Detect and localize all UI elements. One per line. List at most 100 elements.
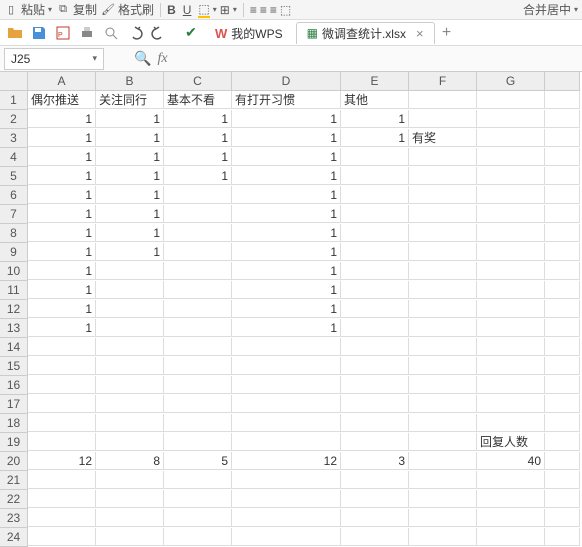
cell[interactable]: 1 <box>164 148 232 166</box>
cell[interactable] <box>545 490 580 508</box>
cell[interactable]: 1 <box>232 110 341 128</box>
cell[interactable]: 1 <box>232 224 341 242</box>
cell[interactable]: 1 <box>96 167 164 185</box>
cell[interactable] <box>545 110 580 128</box>
cell[interactable] <box>341 509 409 527</box>
cell[interactable] <box>164 357 232 375</box>
export-pdf-button[interactable]: P <box>52 22 74 44</box>
cell[interactable] <box>545 224 580 242</box>
cell[interactable] <box>545 357 580 375</box>
cell[interactable] <box>545 186 580 204</box>
cell[interactable]: 1 <box>232 205 341 223</box>
cell[interactable] <box>341 262 409 280</box>
cell[interactable] <box>409 243 477 261</box>
cell[interactable] <box>545 129 580 147</box>
cell[interactable]: 1 <box>28 148 96 166</box>
row-header[interactable]: 5 <box>0 167 28 186</box>
cell[interactable]: 1 <box>28 300 96 318</box>
cell[interactable]: 1 <box>232 300 341 318</box>
close-icon[interactable]: × <box>416 26 424 41</box>
cell[interactable] <box>232 395 341 413</box>
column-header[interactable]: G <box>477 72 545 91</box>
chevron-down-icon[interactable]: ▾ <box>92 53 97 64</box>
cell[interactable] <box>477 148 545 166</box>
cell[interactable]: 1 <box>232 167 341 185</box>
cell[interactable] <box>341 528 409 546</box>
cell[interactable] <box>409 395 477 413</box>
cell[interactable] <box>341 300 409 318</box>
cell[interactable] <box>28 376 96 394</box>
tab-wps-home[interactable]: W 我的WPS <box>204 22 294 44</box>
cell[interactable] <box>341 414 409 432</box>
cell[interactable] <box>545 433 580 451</box>
cell[interactable] <box>409 167 477 185</box>
cell[interactable] <box>341 490 409 508</box>
cell[interactable] <box>96 509 164 527</box>
cell[interactable] <box>341 205 409 223</box>
cell[interactable] <box>477 490 545 508</box>
cell[interactable] <box>477 509 545 527</box>
cell[interactable] <box>341 357 409 375</box>
row-header[interactable]: 18 <box>0 414 28 433</box>
cell[interactable]: 1 <box>28 262 96 280</box>
align-right-button[interactable]: ≡ <box>270 3 277 17</box>
cell[interactable]: 1 <box>232 262 341 280</box>
cell[interactable] <box>409 452 477 470</box>
row-header[interactable]: 13 <box>0 319 28 338</box>
column-header[interactable] <box>545 72 580 91</box>
cell[interactable] <box>477 262 545 280</box>
row-header[interactable]: 8 <box>0 224 28 243</box>
chevron-down-icon[interactable]: ▾ <box>574 5 578 14</box>
cell[interactable] <box>164 186 232 204</box>
cell[interactable] <box>341 338 409 356</box>
cell[interactable]: 有奖 <box>409 129 477 147</box>
cell[interactable] <box>164 509 232 527</box>
cell[interactable] <box>96 357 164 375</box>
chevron-down-icon[interactable]: ▾ <box>48 5 52 14</box>
zoom-icon[interactable]: 🔍 <box>134 50 151 67</box>
row-header[interactable]: 21 <box>0 471 28 490</box>
cell[interactable] <box>545 281 580 299</box>
cell[interactable] <box>409 300 477 318</box>
row-header[interactable]: 15 <box>0 357 28 376</box>
cell[interactable] <box>477 281 545 299</box>
cell[interactable] <box>28 528 96 546</box>
cell[interactable] <box>96 490 164 508</box>
cell[interactable] <box>96 262 164 280</box>
cell[interactable] <box>409 319 477 337</box>
cell[interactable] <box>477 414 545 432</box>
cell[interactable] <box>545 509 580 527</box>
cell[interactable] <box>232 509 341 527</box>
cell[interactable] <box>341 224 409 242</box>
row-header[interactable]: 19 <box>0 433 28 452</box>
cell[interactable]: 8 <box>96 452 164 470</box>
cell[interactable] <box>545 338 580 356</box>
cell[interactable]: 40 <box>477 452 545 470</box>
cell[interactable] <box>545 452 580 470</box>
cell[interactable] <box>164 528 232 546</box>
column-header[interactable]: F <box>409 72 477 91</box>
align-center-button[interactable]: ≡ <box>260 3 267 17</box>
cell[interactable] <box>409 376 477 394</box>
cell[interactable]: 偶尔推送 <box>28 91 96 109</box>
cell[interactable] <box>232 357 341 375</box>
cell[interactable] <box>232 376 341 394</box>
cell[interactable] <box>164 376 232 394</box>
merge-center-label[interactable]: 合并居中 <box>523 1 571 18</box>
cell[interactable] <box>477 471 545 489</box>
cell[interactable]: 5 <box>164 452 232 470</box>
cell[interactable] <box>164 338 232 356</box>
row-header[interactable]: 9 <box>0 243 28 262</box>
cell[interactable]: 1 <box>96 186 164 204</box>
cell[interactable] <box>477 224 545 242</box>
row-header[interactable]: 23 <box>0 509 28 528</box>
cell[interactable]: 3 <box>341 452 409 470</box>
cell[interactable]: 1 <box>232 129 341 147</box>
print-button[interactable] <box>76 22 98 44</box>
row-header[interactable]: 10 <box>0 262 28 281</box>
cell[interactable] <box>409 338 477 356</box>
cell[interactable] <box>341 376 409 394</box>
cell[interactable]: 1 <box>164 167 232 185</box>
row-header[interactable]: 12 <box>0 300 28 319</box>
cell[interactable] <box>28 433 96 451</box>
